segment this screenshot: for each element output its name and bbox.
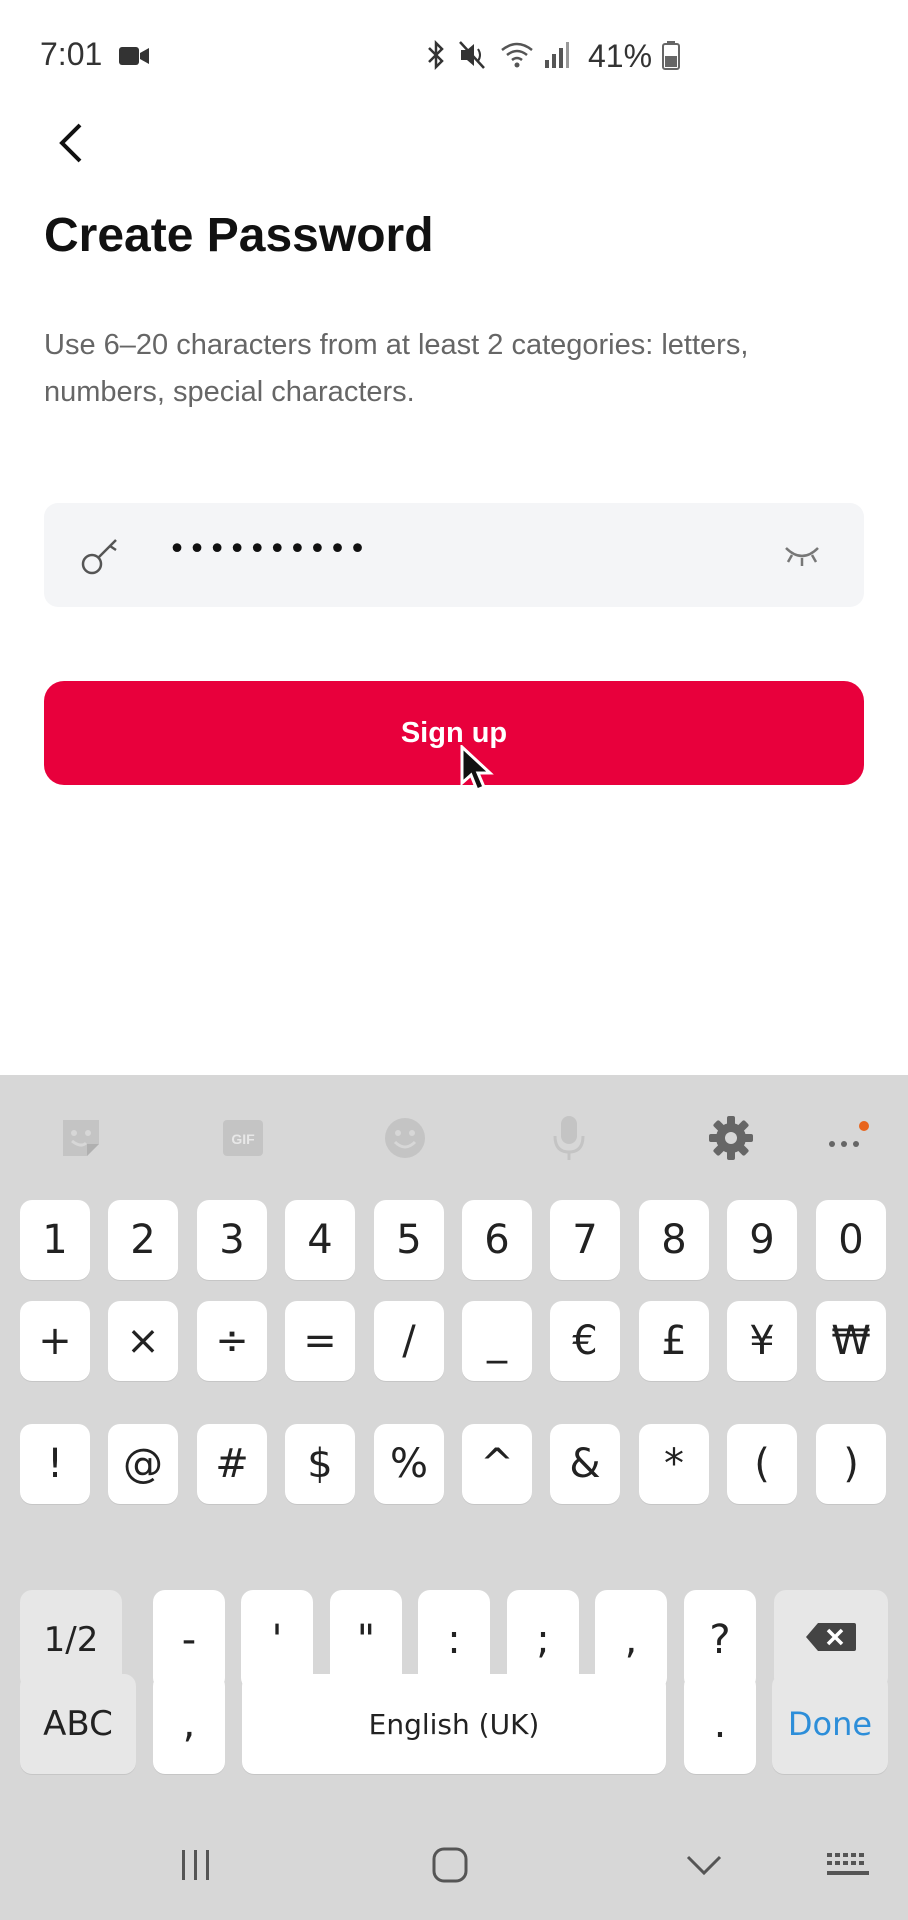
key-row3-3[interactable]: $ (285, 1424, 355, 1504)
status-icons: 41% (424, 38, 681, 75)
status-bar: 7:01 41% (0, 0, 908, 110)
key-row2-7[interactable]: £ (639, 1301, 709, 1381)
key-row2-6[interactable]: € (550, 1301, 620, 1381)
mute-icon (458, 40, 490, 74)
period-key[interactable]: . (684, 1674, 756, 1774)
video-icon (118, 44, 150, 72)
settings-gear-icon[interactable] (706, 1113, 756, 1163)
key-icon (80, 536, 124, 580)
key-row2-0[interactable]: + (20, 1301, 90, 1381)
page-title: Create Password (44, 209, 434, 262)
space-key[interactable]: English (UK) (242, 1674, 666, 1774)
key-row3-1[interactable]: @ (108, 1424, 178, 1504)
sticker-icon[interactable] (56, 1113, 106, 1163)
key-row3-8[interactable]: ( (727, 1424, 797, 1504)
gif-icon[interactable]: GIF (218, 1113, 268, 1163)
comma-key[interactable]: , (153, 1674, 225, 1774)
done-key[interactable]: Done (772, 1674, 888, 1774)
key-row2-4[interactable]: / (374, 1301, 444, 1381)
mic-icon[interactable] (544, 1113, 594, 1163)
key-row3-4[interactable]: % (374, 1424, 444, 1504)
key-row1-5[interactable]: 6 (462, 1200, 532, 1280)
key-row1-0[interactable]: 1 (20, 1200, 90, 1280)
key-row2-3[interactable]: = (285, 1301, 355, 1381)
key-row2-5[interactable]: _ (462, 1301, 532, 1381)
signal-icon (544, 40, 570, 74)
back-chevron-icon[interactable] (674, 1835, 734, 1895)
key-row1-4[interactable]: 5 (374, 1200, 444, 1280)
key-row2-1[interactable]: × (108, 1301, 178, 1381)
battery-percent: 41% (588, 38, 653, 74)
sign-up-button[interactable]: Sign up (44, 681, 864, 785)
eye-closed-icon[interactable] (782, 542, 822, 574)
key-row1-9[interactable]: 0 (816, 1200, 886, 1280)
key-row2-2[interactable]: ÷ (197, 1301, 267, 1381)
svg-text:GIF: GIF (231, 1131, 255, 1147)
key-row3-0[interactable]: ! (20, 1424, 90, 1504)
backspace-icon (804, 1617, 858, 1663)
navigation-bar (0, 1805, 908, 1920)
password-input[interactable]: •••••••••• (168, 532, 369, 567)
mouse-pointer-icon (460, 743, 494, 797)
back-button[interactable] (40, 115, 100, 175)
key-row1-2[interactable]: 3 (197, 1200, 267, 1280)
keyboard: GIF 1 2 3 4 5 6 7 8 9 0 + × ÷ = / _ € £ … (0, 1075, 908, 1920)
bluetooth-icon (424, 39, 448, 74)
key-row1-6[interactable]: 7 (550, 1200, 620, 1280)
emoji-icon[interactable] (380, 1113, 430, 1163)
recents-icon[interactable] (166, 1835, 226, 1895)
key-row1-3[interactable]: 4 (285, 1200, 355, 1280)
key-row2-9[interactable]: ₩ (816, 1301, 886, 1381)
key-row1-7[interactable]: 8 (639, 1200, 709, 1280)
key-row1-1[interactable]: 2 (108, 1200, 178, 1280)
key-row1-8[interactable]: 9 (727, 1200, 797, 1280)
key-row3-7[interactable]: * (639, 1424, 709, 1504)
password-rules-text: Use 6–20 characters from at least 2 cate… (44, 329, 749, 408)
keyboard-icon[interactable] (818, 1835, 878, 1895)
key-row3-5[interactable]: ^ (462, 1424, 532, 1504)
keyboard-toolbar: GIF (0, 1075, 908, 1195)
key-row3-9[interactable]: ) (816, 1424, 886, 1504)
more-dots-icon[interactable] (822, 1113, 872, 1163)
status-time: 7:01 (40, 36, 103, 72)
abc-key[interactable]: ABC (20, 1674, 136, 1774)
battery-icon (662, 40, 681, 74)
password-field[interactable] (44, 503, 864, 607)
key-row3-2[interactable]: # (197, 1424, 267, 1504)
wifi-icon (500, 40, 534, 74)
key-row2-8[interactable]: ¥ (727, 1301, 797, 1381)
key-row3-6[interactable]: & (550, 1424, 620, 1504)
home-icon[interactable] (420, 1835, 480, 1895)
back-arrow-icon (54, 121, 86, 169)
